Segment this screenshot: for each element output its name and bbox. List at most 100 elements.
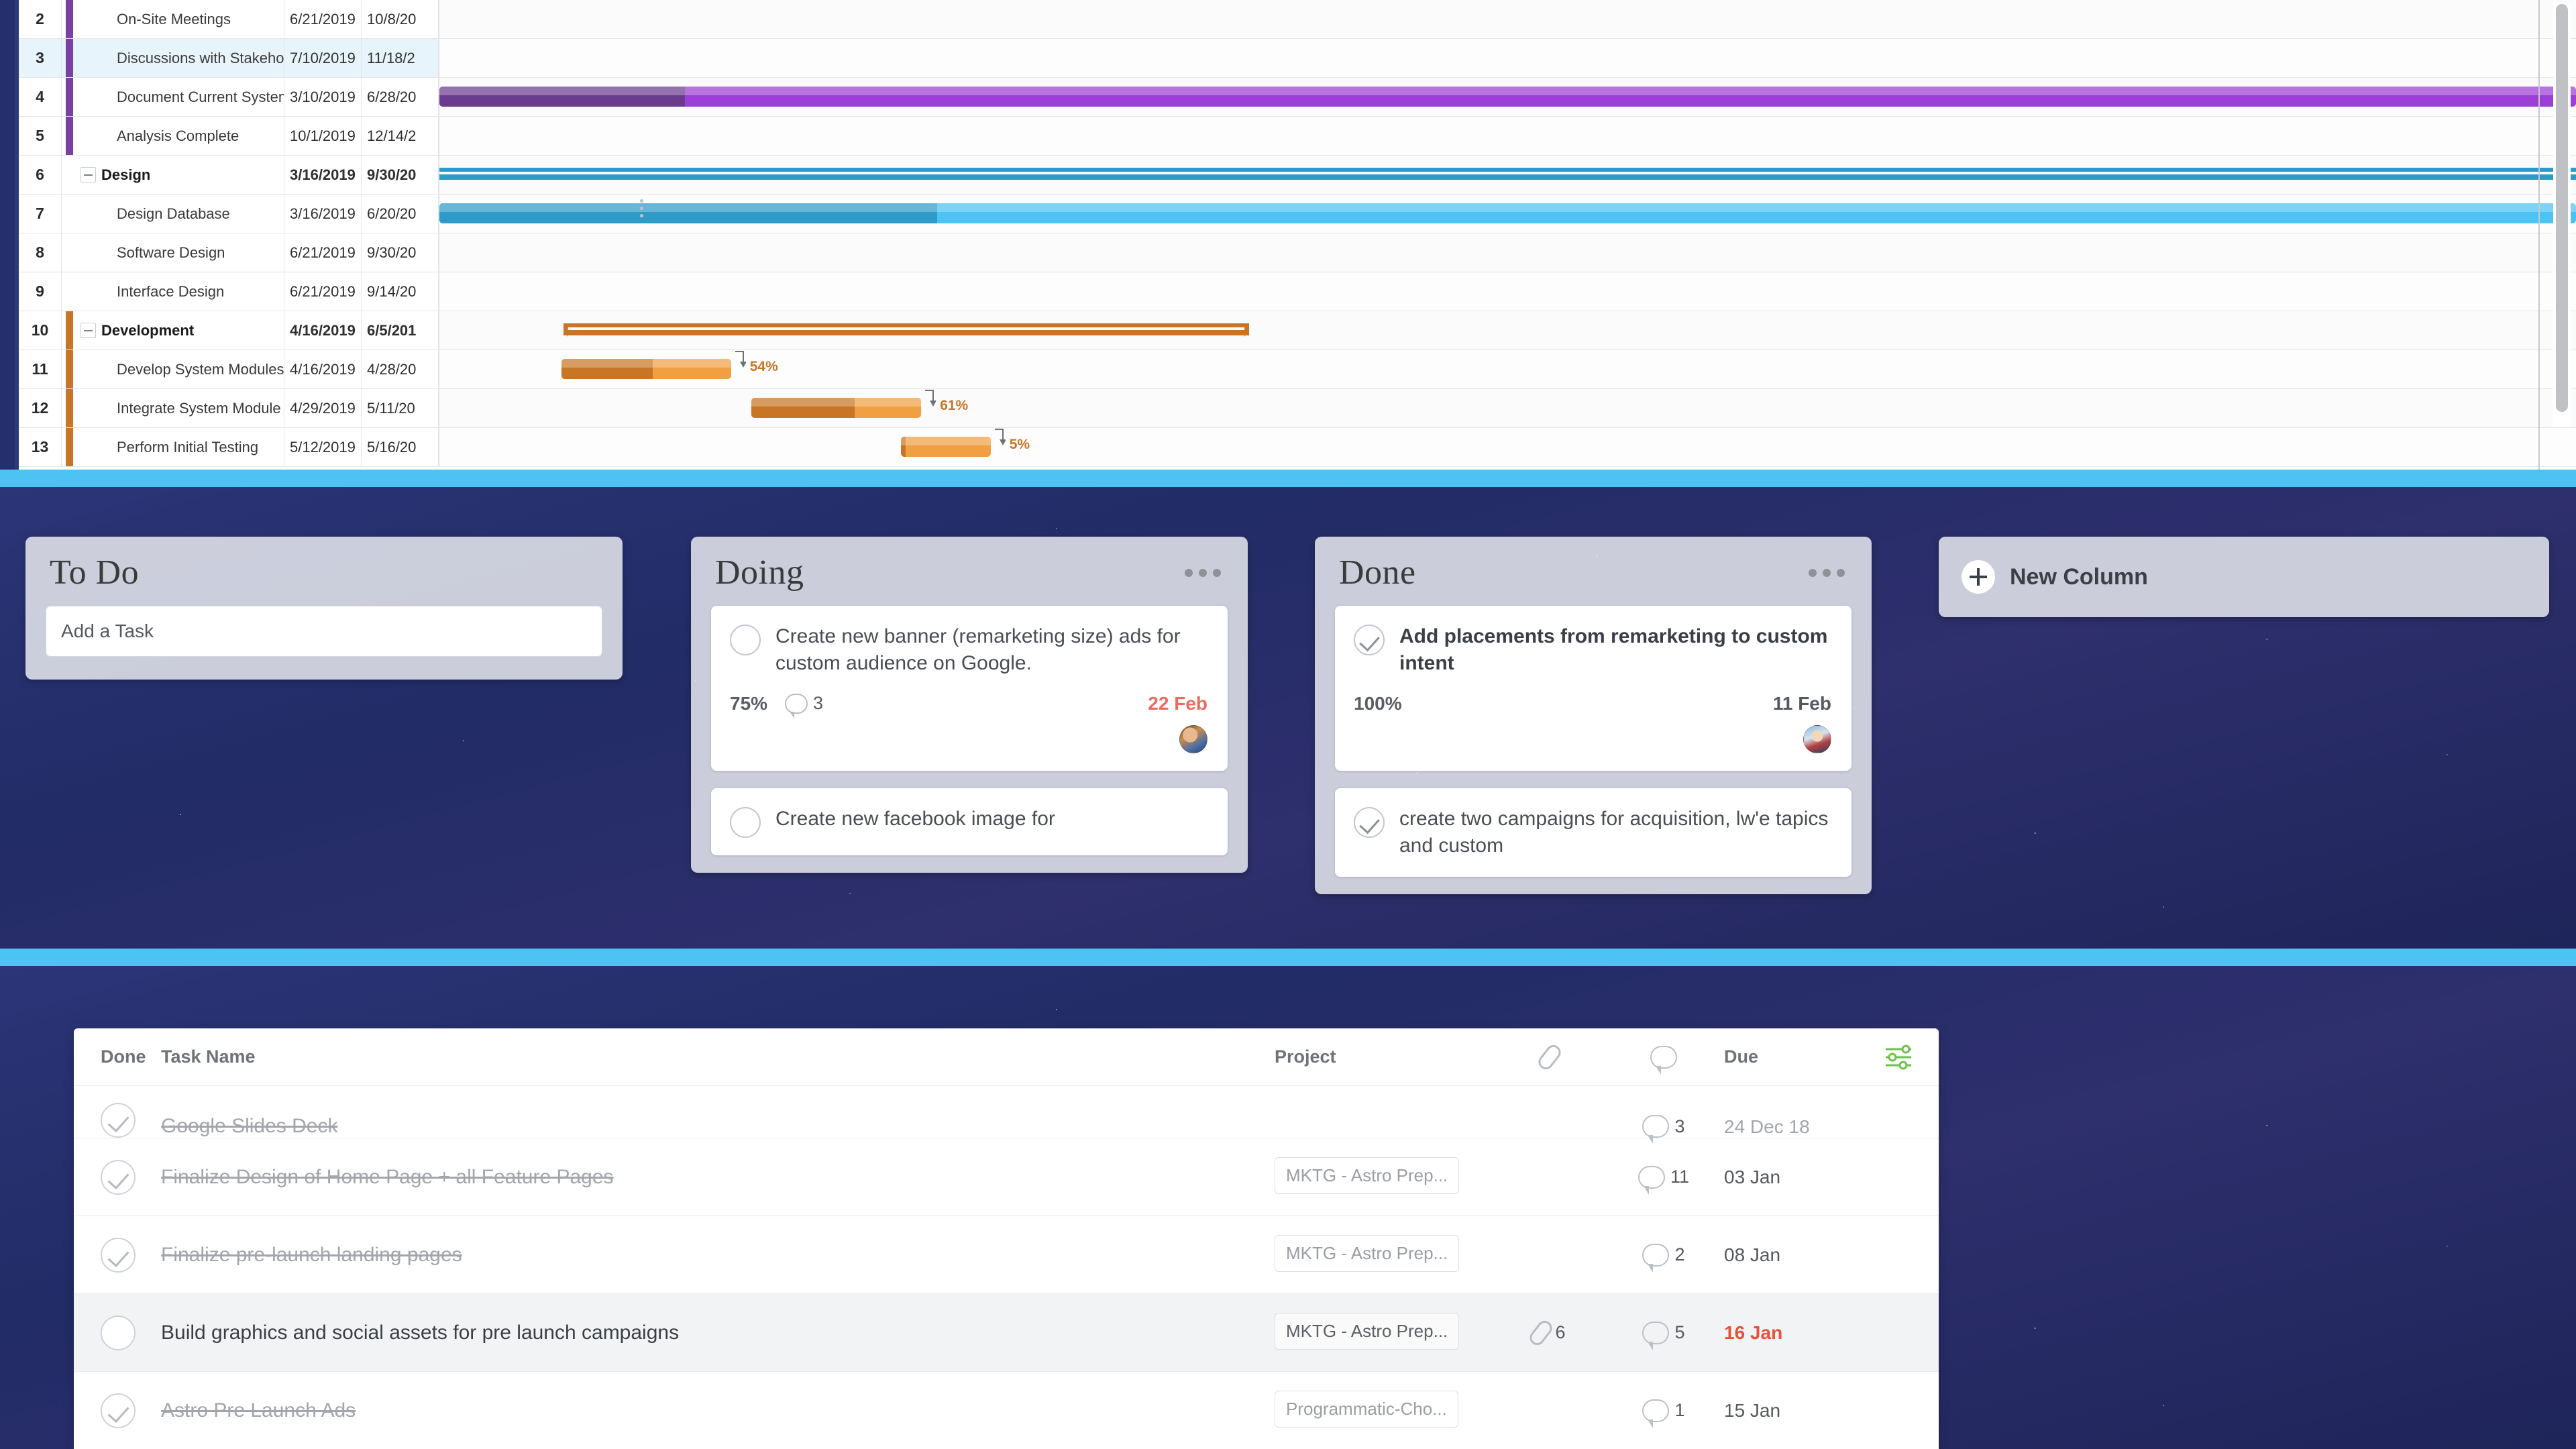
attachment-count: 6 — [1555, 1322, 1566, 1342]
gantt-finish-date[interactable]: 5/16/20 — [362, 428, 439, 466]
kanban-card-checkbox[interactable] — [730, 625, 761, 655]
gantt-row[interactable]: 3 Discussions with Stakeholo 7/10/2019 11/1… — [19, 39, 2576, 78]
gantt-row[interactable]: 13 Perform Initial Testing 5/12/2019 5/16/2… — [19, 428, 2576, 467]
add-task-input[interactable]: Add a Task — [46, 606, 602, 657]
task-comment-cell[interactable]: 1 — [1603, 1399, 1724, 1428]
gantt-task-bar[interactable] — [439, 203, 2576, 223]
gantt-row[interactable]: 11 Develop System Modules 4/16/2019 4/28/20… — [19, 350, 2576, 389]
gantt-summary-bar[interactable] — [439, 168, 2576, 181]
gantt-finish-date[interactable]: 9/30/20 — [362, 233, 439, 272]
task-comment-cell[interactable]: 3 — [1603, 1115, 1724, 1144]
gantt-row[interactable]: 8 Software Design 6/21/2019 9/30/20 — [19, 233, 2576, 272]
project-tag[interactable]: MKTG - Astro Prep... — [1275, 1234, 1460, 1272]
kanban-card[interactable]: create two campaigns for acquisition, lw… — [1335, 788, 1851, 877]
task-comment-cell[interactable]: 11 — [1603, 1165, 1724, 1195]
kanban-card-checkbox[interactable] — [1354, 806, 1385, 838]
gantt-task-name[interactable]: On-Site Meetings — [76, 0, 284, 38]
kanban-column-menu-icon[interactable] — [1185, 568, 1224, 577]
task-comment-cell[interactable]: 5 — [1603, 1321, 1724, 1350]
gantt-row[interactable]: 12 Integrate System Module 4/29/2019 5/11/2… — [19, 389, 2576, 428]
table-row[interactable]: Astro Pre Launch Ads Programmatic-Cho... 1… — [74, 1372, 1939, 1449]
gantt-finish-date[interactable]: 12/14/2 — [362, 117, 439, 155]
kanban-card-checkbox[interactable] — [730, 806, 761, 838]
gantt-finish-date[interactable]: 4/28/20 — [362, 350, 439, 388]
task-checkbox[interactable] — [101, 1159, 136, 1195]
collapse-toggle-icon[interactable] — [80, 323, 96, 338]
avatar[interactable] — [1803, 724, 1831, 753]
gantt-finish-date[interactable]: 10/8/20 — [362, 0, 439, 38]
kanban-column-header: To Do — [25, 537, 623, 606]
gantt-task-name-text: Integrate System Module — [117, 399, 281, 417]
gantt-task-name[interactable]: Development — [76, 311, 284, 350]
task-comment-cell[interactable]: 2 — [1603, 1243, 1724, 1273]
gantt-task-name[interactable]: Discussions with Stakeholo — [76, 39, 284, 77]
kanban-card[interactable]: Create new facebook image for — [711, 788, 1228, 855]
gantt-task-name[interactable]: Design — [76, 156, 284, 194]
gantt-start-date[interactable]: 7/10/2019 — [284, 39, 362, 77]
gantt-finish-date[interactable]: 11/18/2 — [362, 39, 439, 77]
gantt-task-name[interactable]: Develop System Modules — [76, 350, 284, 388]
gantt-task-name[interactable]: Perform Initial Testing — [76, 428, 284, 466]
gantt-timeline-cell — [439, 233, 2576, 272]
gantt-row[interactable]: 5 Analysis Complete 10/1/2019 12/14/2 — [19, 117, 2576, 156]
kanban-column-menu-icon[interactable] — [1809, 568, 1847, 577]
gantt-finish-date[interactable]: 5/11/20 — [362, 389, 439, 427]
task-checkbox[interactable] — [101, 1103, 136, 1138]
gantt-finish-date[interactable]: 9/14/20 — [362, 272, 439, 311]
table-row[interactable]: Finalize Design of Home Page + all Featu… — [74, 1138, 1939, 1216]
gantt-start-date[interactable]: 5/12/2019 — [284, 428, 362, 466]
gantt-row-number: 7 — [19, 195, 62, 233]
gantt-task-name[interactable]: Design Database — [76, 195, 284, 233]
gantt-task-name[interactable]: Document Current Systems — [76, 78, 284, 116]
gantt-task-bar[interactable] — [439, 87, 2576, 107]
table-row[interactable]: Google Slides Deck 3 24 Dec 18 — [74, 1086, 1939, 1144]
kanban-card-comments[interactable]: 3 — [785, 693, 823, 718]
new-column-button[interactable]: New Column — [1939, 537, 2549, 617]
gantt-finish-date[interactable]: 6/5/201 — [362, 311, 439, 350]
task-checkbox[interactable] — [101, 1393, 136, 1428]
gantt-task-bar[interactable] — [751, 398, 922, 418]
gantt-task-name[interactable]: Software Design — [76, 233, 284, 272]
gantt-task-bar[interactable] — [561, 359, 731, 379]
gantt-row[interactable]: 6 Design 3/16/2019 9/30/20 — [19, 156, 2576, 195]
gantt-task-name[interactable]: Analysis Complete — [76, 117, 284, 155]
gantt-start-date[interactable]: 4/29/2019 — [284, 389, 362, 427]
task-checkbox[interactable] — [101, 1237, 136, 1273]
gantt-row[interactable]: 4 Document Current Systems 3/10/2019 6/28/2… — [19, 78, 2576, 117]
gantt-start-date[interactable]: 6/21/2019 — [284, 233, 362, 272]
gantt-finish-date[interactable]: 6/20/20 — [362, 195, 439, 233]
task-checkbox[interactable] — [101, 1315, 136, 1350]
gantt-start-date[interactable]: 3/16/2019 — [284, 156, 362, 194]
project-tag[interactable]: Programmatic-Cho... — [1275, 1390, 1458, 1428]
gantt-task-bar[interactable] — [900, 437, 991, 457]
filter-sliders-icon[interactable] — [1858, 1043, 1939, 1071]
gantt-vertical-scrollbar[interactable] — [2553, 3, 2571, 427]
gantt-start-date[interactable]: 6/21/2019 — [284, 0, 362, 38]
gantt-start-date[interactable]: 4/16/2019 — [284, 350, 362, 388]
gantt-row[interactable]: 10 Development 4/16/2019 6/5/201 — [19, 311, 2576, 350]
gantt-summary-bar[interactable] — [563, 323, 1250, 337]
collapse-toggle-icon[interactable] — [80, 167, 96, 182]
table-row[interactable]: Build graphics and social assets for pre… — [74, 1294, 1939, 1372]
gantt-row[interactable]: 2 On-Site Meetings 6/21/2019 10/8/20 — [19, 0, 2576, 39]
table-row[interactable]: Finalize pre-launch landing pages MKTG - … — [74, 1216, 1939, 1294]
gantt-start-date[interactable]: 3/16/2019 — [284, 195, 362, 233]
kanban-card-checkbox[interactable] — [1354, 625, 1385, 655]
gantt-start-date[interactable]: 6/21/2019 — [284, 272, 362, 311]
avatar[interactable] — [1179, 724, 1208, 753]
gantt-task-name[interactable]: Interface Design — [76, 272, 284, 311]
gantt-row[interactable]: 7 Design Database 3/16/2019 6/20/20 — [19, 195, 2576, 233]
kanban-card[interactable]: Add placements from remarketing to custo… — [1335, 606, 1851, 771]
project-tag[interactable]: MKTG - Astro Prep... — [1275, 1157, 1460, 1194]
kanban-card[interactable]: Create new banner (remarketing size) ads… — [711, 606, 1228, 771]
gantt-finish-date[interactable]: 6/28/20 — [362, 78, 439, 116]
gantt-task-name[interactable]: Integrate System Module — [76, 389, 284, 427]
project-tag[interactable]: MKTG - Astro Prep... — [1275, 1312, 1460, 1350]
gantt-splitter-handle[interactable] — [637, 174, 645, 241]
gantt-start-date[interactable]: 4/16/2019 — [284, 311, 362, 350]
gantt-start-date[interactable]: 3/10/2019 — [284, 78, 362, 116]
gantt-start-date[interactable]: 10/1/2019 — [284, 117, 362, 155]
gantt-finish-date[interactable]: 9/30/20 — [362, 156, 439, 194]
gantt-row[interactable]: 9 Interface Design 6/21/2019 9/14/20 — [19, 272, 2576, 311]
scrollbar-thumb[interactable] — [2556, 4, 2568, 412]
